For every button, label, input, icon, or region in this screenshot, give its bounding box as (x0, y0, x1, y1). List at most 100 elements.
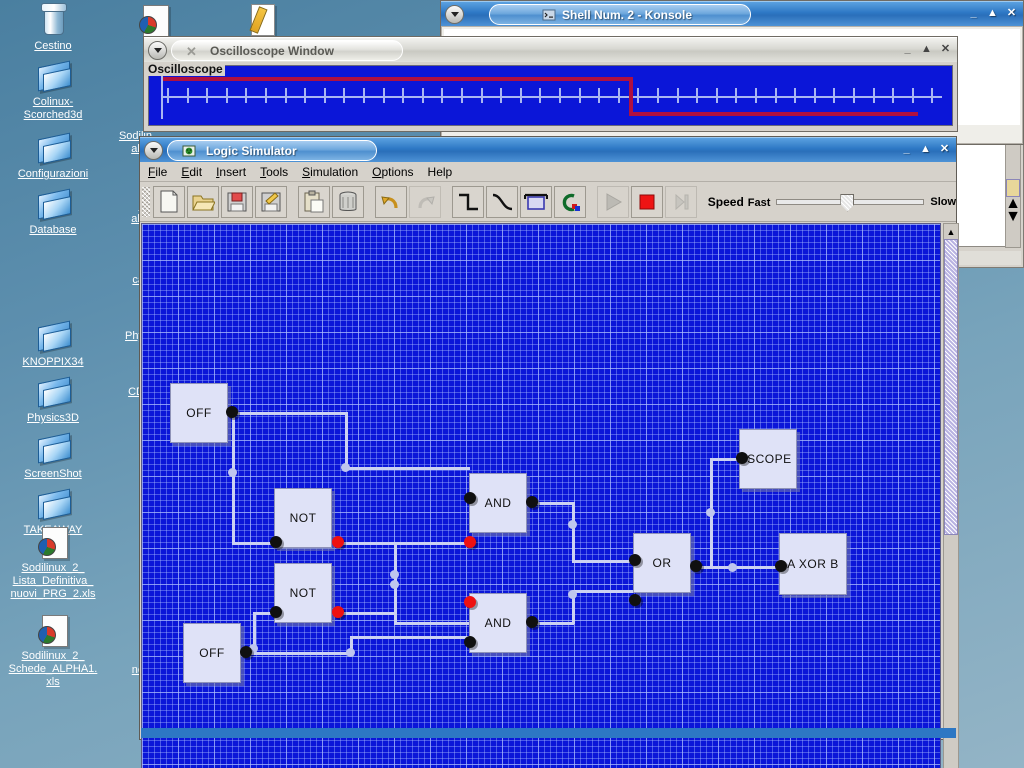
gate-output-pin[interactable] (526, 496, 538, 508)
gate-output-pin[interactable] (690, 560, 702, 572)
gate-input-pin[interactable] (270, 606, 282, 618)
folder-icon (33, 58, 73, 94)
toolbar-grip[interactable] (142, 186, 150, 217)
route-wire-icon[interactable] (553, 185, 586, 218)
simulator-statusbar (141, 728, 956, 738)
paste-icon[interactable] (297, 185, 330, 218)
shade-button[interactable]: ▲ (918, 142, 933, 157)
open-icon[interactable] (186, 185, 219, 218)
menu-file[interactable]: FFileile (148, 165, 167, 179)
scroll-down-arrow-b[interactable]: ▼ (1005, 208, 1021, 225)
gate-input-pin[interactable] (629, 594, 641, 606)
gate-output-pin[interactable] (526, 616, 538, 628)
speed-slider[interactable] (776, 193, 925, 212)
window-menu-icon[interactable] (445, 5, 464, 24)
gate-output-pin[interactable] (332, 536, 344, 548)
gate-output-pin[interactable] (240, 646, 252, 658)
save-icon[interactable] (220, 185, 253, 218)
scroll-up-arrow[interactable]: ▲ (944, 224, 958, 239)
save-as-icon[interactable] (254, 185, 287, 218)
konsole-titlebar[interactable]: Shell Num. 2 - Konsole _ ▲ ✕ (441, 1, 1023, 26)
desktop-icon-label: KNOPPIX34 (22, 356, 84, 368)
desktop-icon-physics3d[interactable]: Physics3D (0, 374, 106, 425)
gate-input-pin[interactable] (464, 492, 476, 504)
run-button[interactable] (596, 185, 629, 218)
scroll-thumb-vertical[interactable] (944, 239, 958, 535)
desktop-icon-cestino[interactable]: Cestino (0, 2, 106, 53)
menubar[interactable]: FFileile Edit Insert Tools Simulation Op… (140, 162, 956, 182)
minimize-button[interactable]: _ (900, 42, 915, 57)
oscilloscope-titlebar[interactable]: ✕ Oscilloscope Window _ ▲ ✕ (144, 37, 957, 62)
speed-slider-track[interactable] (776, 193, 925, 212)
menu-simulation[interactable]: Simulation (302, 165, 358, 179)
gate-output-axorb[interactable]: A XOR B (779, 533, 847, 595)
desktop-icon-sodilinux-schede[interactable]: Sodilinux_2_ Schede_ALPHA1. xls (0, 612, 106, 689)
gate-input-pin[interactable] (464, 596, 476, 608)
menu-options[interactable]: Options (372, 165, 413, 179)
scope-tick (382, 88, 385, 103)
desktop-icon-editor[interactable] (238, 2, 284, 40)
minimize-button[interactable]: _ (966, 6, 981, 21)
simulator-titlebar[interactable]: Logic Simulator _ ▲ ✕ (140, 137, 956, 162)
logic-simulator-window[interactable]: Logic Simulator _ ▲ ✕ FFileile Edit Inse… (139, 136, 959, 768)
gate-or[interactable]: OR (633, 533, 691, 593)
folder-icon (33, 430, 73, 466)
gate-input-pin[interactable] (775, 560, 787, 572)
shade-button[interactable]: ▲ (985, 6, 1000, 21)
wire (246, 652, 350, 655)
select-area-icon[interactable] (519, 185, 552, 218)
gate-input-a[interactable]: OFF (170, 383, 228, 443)
redo-icon[interactable] (408, 185, 441, 218)
gate-input-pin[interactable] (629, 554, 641, 566)
window-menu-icon[interactable] (144, 141, 163, 160)
circuit-canvas[interactable]: OFF OFF NOT NOT AND AND OR 'SCOPE A XOR … (141, 223, 941, 768)
scope-tick (186, 88, 189, 103)
menu-insert[interactable]: Insert (216, 165, 246, 179)
speed-label: Speed (707, 194, 744, 209)
desktop-icon-colinux-scorched3d[interactable]: Colinux- Scorched3d (0, 58, 106, 122)
gate-input-b[interactable]: OFF (183, 623, 241, 683)
close-button[interactable]: ✕ (1004, 6, 1019, 21)
scope-tick (402, 88, 405, 103)
step-button[interactable] (664, 185, 697, 218)
new-icon[interactable] (153, 185, 185, 218)
gate-not-2[interactable]: NOT (274, 563, 332, 623)
window-menu-icon[interactable] (148, 41, 167, 60)
menu-edit[interactable]: Edit (181, 165, 202, 179)
gate-output-pin[interactable] (332, 606, 344, 618)
gate-not-1[interactable]: NOT (274, 488, 332, 548)
delete-icon[interactable] (331, 185, 364, 218)
menu-help[interactable]: Help (428, 165, 453, 179)
wire-node (390, 570, 399, 579)
gate-output-pin[interactable] (226, 406, 238, 418)
oscilloscope-window[interactable]: ✕ Oscilloscope Window _ ▲ ✕ Oscilloscope (143, 36, 958, 132)
gate-input-pin[interactable] (270, 536, 282, 548)
scope-tick (363, 88, 365, 103)
desktop-icon-screenshot[interactable]: ScreenShot (0, 430, 106, 481)
curve-wave-icon[interactable] (485, 185, 518, 218)
gate-input-pin[interactable] (464, 536, 476, 548)
desktop-icon-knoppix34[interactable]: KNOPPIX34 (0, 318, 106, 369)
gate-input-pin[interactable] (736, 452, 748, 464)
speed-slow-label: Slow (930, 195, 957, 208)
gate-label: AND (484, 616, 512, 630)
spreadsheet-icon (134, 2, 174, 38)
close-button[interactable]: ✕ (938, 42, 953, 57)
desktop-icon-sodilinux-lista[interactable]: Sodilinux_2_ Lista_Definitiva_ nuovi_PRG… (0, 524, 106, 601)
desktop-icon-database[interactable]: Database (0, 186, 106, 237)
minimize-button[interactable]: _ (899, 142, 914, 157)
wire-node (228, 468, 237, 477)
speed-slider-knob[interactable] (840, 193, 855, 212)
close-button[interactable]: ✕ (937, 142, 952, 157)
undo-icon[interactable] (374, 185, 407, 218)
gate-and-2[interactable]: AND (469, 593, 527, 653)
gate-and-1[interactable]: AND (469, 473, 527, 533)
canvas-vertical-scrollbar[interactable]: ▲ ▼ (943, 223, 959, 768)
scope-tick (637, 88, 640, 103)
desktop-icon-configurazioni[interactable]: Configurazioni (0, 130, 106, 181)
square-wave-icon[interactable] (451, 185, 484, 218)
stop-button[interactable] (630, 185, 663, 218)
shade-button[interactable]: ▲ (919, 42, 934, 57)
menu-tools[interactable]: Tools (260, 165, 288, 179)
gate-input-pin[interactable] (464, 636, 476, 648)
